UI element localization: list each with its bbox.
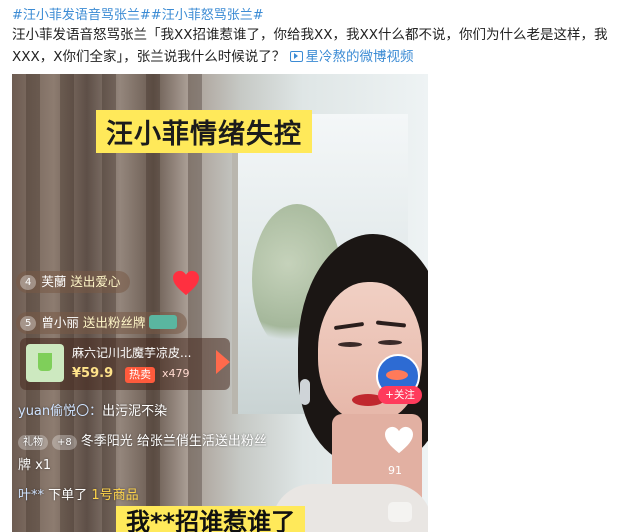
eye <box>338 342 362 347</box>
chat-message: yuan偷悦〇：出污泥不染 <box>18 400 167 419</box>
like-count: 91 <box>388 464 402 477</box>
like-heart-icon[interactable] <box>384 426 414 454</box>
chat-text: 给张兰俏生活送出粉丝 <box>136 434 267 449</box>
topic-link[interactable]: #汪小菲发语音骂张兰# <box>12 8 151 23</box>
gift-tag: 礼物 <box>18 435 48 450</box>
follow-button[interactable]: +关注 <box>378 386 422 404</box>
gift-action: 送出粉丝牌 <box>82 315 146 330</box>
chat-message: 牌 x1 <box>18 454 51 473</box>
gift-user: 曾小丽 <box>41 315 79 330</box>
video-source-link[interactable]: 星冷熬的微博视频 <box>289 49 414 65</box>
fish-icon <box>386 370 408 380</box>
topic-tags: #汪小菲发语音骂张兰##汪小菲怒骂张兰# <box>12 4 264 23</box>
chat-user: 叶** <box>18 488 45 503</box>
fan-badge-icon <box>149 315 178 329</box>
video-subtitle: 我**招谁惹谁了 <box>116 506 306 532</box>
user-level-badge: +8 <box>52 435 77 450</box>
product-card[interactable]: 麻六记川北魔芋凉皮... ¥59.9 热卖 x479 <box>20 338 230 390</box>
eye <box>378 340 402 345</box>
chat-text: 下单了 <box>48 488 88 503</box>
user-level-badge: 4 <box>20 275 37 290</box>
hot-sale-badge: 热卖 <box>125 367 155 383</box>
post-caption: 汪小菲发语音怒骂张兰「我XX招谁惹谁了，你给我XX，我XX什么都不说，你们为什么… <box>12 24 632 68</box>
product-name: 麻六记川北魔芋凉皮... <box>72 346 192 360</box>
chat-message: 叶** 下单了 1号商品 <box>18 484 139 503</box>
product-price: ¥59.9 <box>72 366 114 381</box>
user-level-badge: 5 <box>20 316 37 331</box>
chat-text: 牌 x1 <box>18 458 52 473</box>
chat-message: 礼物 +8 冬季阳光 给张兰俏生活送出粉丝 <box>18 430 267 450</box>
red-heart-icon <box>173 270 199 296</box>
gift-notice: 5 曾小丽 送出粉丝牌 <box>16 312 188 334</box>
share-icon[interactable] <box>388 502 412 522</box>
product-image <box>26 344 64 382</box>
gift-action: 送出爱心 <box>70 274 121 289</box>
video-overlay-title: 汪小菲情绪失控 <box>96 110 312 153</box>
video-player[interactable]: 汪小菲情绪失控 4 芙蘭 送出爱心 5 曾小丽 送出粉丝牌 麻六记川北魔芋凉皮...… <box>12 74 428 532</box>
chat-user: yuan偷悦〇： <box>18 404 103 419</box>
earring <box>300 379 310 405</box>
chat-text: 出污泥不染 <box>102 404 168 419</box>
cup-icon <box>38 353 52 371</box>
order-item: 1号商品 <box>91 488 139 503</box>
video-source-label: 星冷熬的微博视频 <box>305 49 414 65</box>
play-arrow-icon <box>216 350 230 374</box>
topic-link[interactable]: #汪小菲怒骂张兰# <box>151 8 264 23</box>
video-icon <box>289 51 303 62</box>
gift-user: 芙蘭 <box>41 274 67 289</box>
curtain-fold <box>60 74 74 532</box>
product-sales: x479 <box>162 367 190 380</box>
gift-notice: 4 芙蘭 送出爱心 <box>16 271 131 293</box>
chat-user: 冬季阳光 <box>80 434 133 449</box>
weibo-post: #汪小菲发语音骂张兰##汪小菲怒骂张兰# 汪小菲发语音怒骂张兰「我XX招谁惹谁了… <box>0 0 640 532</box>
